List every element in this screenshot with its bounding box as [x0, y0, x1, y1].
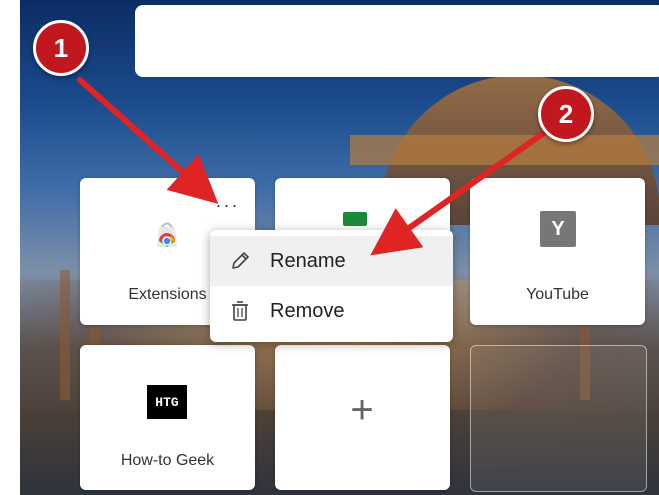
step-marker-1: 1	[33, 20, 89, 76]
annotation-arrows	[77, 77, 558, 256]
marker-number: 2	[558, 98, 574, 129]
arrow-1	[77, 77, 219, 205]
arrow-2	[370, 122, 558, 256]
step-marker-2: 2	[538, 86, 594, 142]
new-tab-page: Extensions Y YouTube HTG How-to Geek + .…	[0, 0, 659, 495]
marker-number: 1	[53, 32, 69, 63]
